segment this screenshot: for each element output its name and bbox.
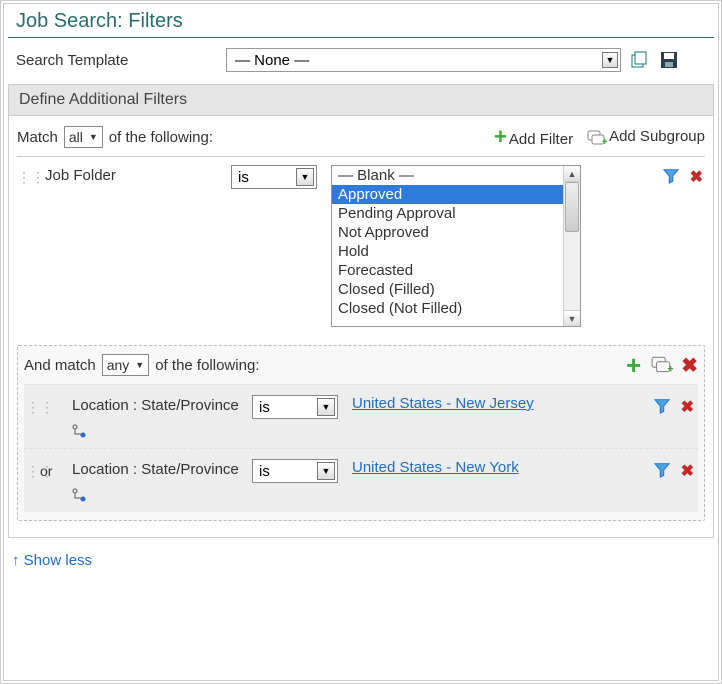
save-template-button[interactable] bbox=[657, 48, 681, 72]
subgroup-mode-select[interactable]: any ▼ bbox=[102, 354, 150, 376]
filter-field-label: Location : State/Province bbox=[72, 459, 252, 502]
svg-text:+: + bbox=[602, 137, 607, 146]
arrow-up-icon: ↑ bbox=[12, 552, 24, 569]
listbox-option[interactable]: Closed (Filled) bbox=[332, 280, 580, 299]
scrollbar[interactable]: ▲▼ bbox=[563, 166, 580, 326]
add-filter-label: Add Filter bbox=[509, 131, 573, 148]
hierarchy-icon[interactable] bbox=[72, 424, 252, 438]
section-heading: Define Additional Filters bbox=[8, 84, 714, 116]
listbox-option[interactable]: Hold bbox=[332, 242, 580, 261]
add-subfilter-button[interactable]: + bbox=[626, 352, 641, 378]
filter-subgroup: And match any ▼ of the following: + + ✖ bbox=[17, 345, 705, 521]
conjunction-label: or bbox=[40, 459, 72, 479]
match-mode-value: all bbox=[69, 129, 83, 145]
filter-icon[interactable] bbox=[653, 461, 671, 479]
filter-row: ⋮⋮ Job Folder is ▼ — Blank —ApprovedPend… bbox=[17, 157, 705, 327]
filter-field-label: Job Folder bbox=[31, 165, 231, 184]
chevron-down-icon: ▼ bbox=[317, 398, 335, 416]
plus-icon: + bbox=[494, 124, 507, 149]
add-filter-button[interactable]: +Add Filter bbox=[494, 126, 573, 148]
filter-icon[interactable] bbox=[653, 397, 671, 415]
subgroup-prefix: And match bbox=[24, 357, 96, 374]
drag-handle-icon[interactable]: ⋮⋮ bbox=[26, 459, 40, 480]
chevron-down-icon: ▼ bbox=[602, 52, 618, 68]
filter-value-link[interactable]: United States - New York bbox=[352, 459, 519, 476]
show-less-toggle[interactable]: ↑ Show less bbox=[4, 538, 718, 583]
chevron-down-icon: ▼ bbox=[317, 462, 335, 480]
page-title: Job Search: Filters bbox=[4, 4, 718, 37]
search-template-select[interactable]: — None — ▼ bbox=[226, 48, 621, 72]
listbox-option[interactable]: Forecasted bbox=[332, 261, 580, 280]
subgroup-filter-row: ⋮⋮orLocation : State/Province is ▼ United S… bbox=[24, 448, 698, 512]
hierarchy-icon[interactable] bbox=[72, 488, 252, 502]
listbox-option[interactable]: Not Approved bbox=[332, 223, 580, 242]
add-subgroup-button[interactable]: +Add Subgroup bbox=[587, 128, 705, 145]
chevron-down-icon: ▼ bbox=[89, 132, 98, 142]
operator-value: is bbox=[259, 463, 270, 480]
listbox-option[interactable]: — Blank — bbox=[332, 166, 580, 185]
svg-text:+: + bbox=[668, 364, 674, 374]
operator-select[interactable]: is ▼ bbox=[252, 395, 338, 419]
drag-handle-icon[interactable]: ⋮⋮ bbox=[17, 165, 31, 186]
search-template-label: Search Template bbox=[16, 52, 226, 69]
remove-subgroup-button[interactable]: ✖ bbox=[681, 353, 698, 378]
filter-icon[interactable] bbox=[662, 167, 680, 185]
conjunction-label bbox=[40, 395, 72, 399]
chevron-down-icon: ▼ bbox=[296, 168, 314, 186]
filter-field-label: Location : State/Province bbox=[72, 395, 252, 438]
match-suffix: of the following: bbox=[109, 129, 213, 146]
search-template-value: — None — bbox=[235, 52, 309, 69]
add-subgroup-label: Add Subgroup bbox=[609, 128, 705, 145]
operator-select[interactable]: is ▼ bbox=[231, 165, 317, 189]
remove-filter-button[interactable]: ✖ bbox=[681, 397, 694, 417]
subgroup-icon: + bbox=[587, 130, 607, 146]
match-mode-select[interactable]: all ▼ bbox=[64, 126, 103, 148]
subgroup-suffix: of the following: bbox=[155, 357, 259, 374]
scroll-down-icon[interactable]: ▼ bbox=[564, 310, 580, 326]
operator-value: is bbox=[259, 399, 270, 416]
chevron-down-icon: ▼ bbox=[135, 360, 144, 370]
match-prefix: Match bbox=[17, 129, 58, 146]
scroll-thumb[interactable] bbox=[565, 182, 579, 232]
listbox-option[interactable]: Approved bbox=[332, 185, 580, 204]
add-nested-subgroup-button[interactable]: + bbox=[651, 356, 673, 374]
subgroup-mode-value: any bbox=[107, 357, 130, 373]
operator-select[interactable]: is ▼ bbox=[252, 459, 338, 483]
remove-filter-button[interactable]: ✖ bbox=[681, 461, 694, 481]
listbox-option[interactable]: Closed (Not Filled) bbox=[332, 299, 580, 318]
operator-value: is bbox=[238, 169, 249, 186]
remove-filter-button[interactable]: ✖ bbox=[690, 167, 703, 187]
scroll-up-icon[interactable]: ▲ bbox=[564, 166, 580, 182]
title-rule bbox=[8, 37, 714, 38]
subgroup-filter-row: ⋮⋮ Location : State/Province is ▼ United Sta… bbox=[24, 385, 698, 448]
show-less-label: Show less bbox=[24, 552, 92, 569]
listbox-option[interactable]: Pending Approval bbox=[332, 204, 580, 223]
value-listbox[interactable]: — Blank —ApprovedPending ApprovalNot App… bbox=[331, 165, 581, 327]
copy-template-button[interactable] bbox=[627, 48, 651, 72]
drag-handle-icon[interactable]: ⋮⋮ bbox=[26, 395, 40, 416]
filter-value-link[interactable]: United States - New Jersey bbox=[352, 395, 534, 412]
